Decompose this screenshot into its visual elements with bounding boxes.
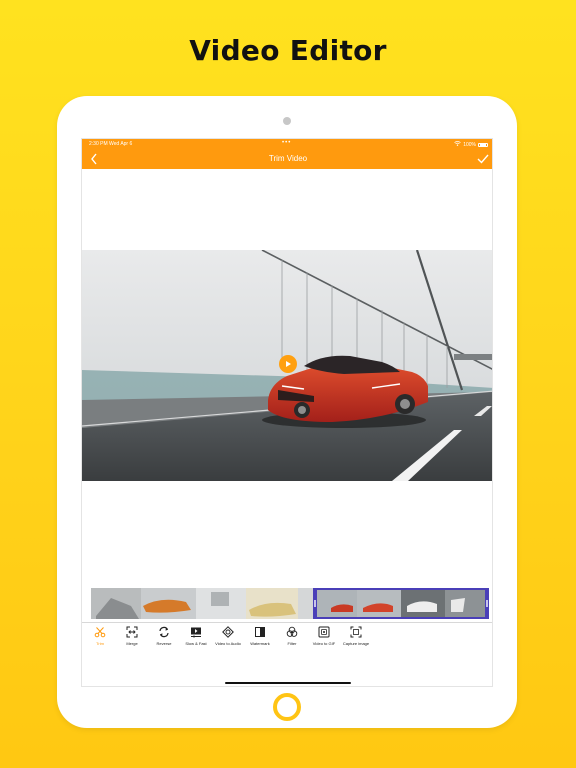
gif-icon [318,626,330,638]
tool-label: Merge [126,641,138,646]
scissors-icon [94,627,106,638]
reverse-icon [159,626,169,638]
home-indicator[interactable] [225,682,351,684]
tool-capture-image[interactable]: Capture image [340,626,372,652]
tool-video-to-audio[interactable]: Video to Audio [212,626,244,652]
wifi-icon [454,141,461,148]
tool-slow-fast[interactable]: Slow & Fast [180,626,212,652]
tool-label: Watermark [250,641,270,646]
headline: Video Editor [189,34,387,67]
tool-watermark[interactable]: Watermark [244,626,276,652]
home-button[interactable] [273,693,301,721]
tool-label: Filter [287,641,297,646]
tool-label: Reverse [156,641,172,646]
check-icon[interactable] [476,152,490,166]
tool-filter[interactable]: Filter [276,626,308,652]
status-time: 2:30 PM Wed Apr 6 [89,141,133,147]
tool-label: Video to Audio [215,641,241,646]
tool-reverse[interactable]: Reverse [148,626,180,652]
status-bar: 2:30 PM Wed Apr 6 ••• 100% [82,139,492,149]
app-screen: 2:30 PM Wed Apr 6 ••• 100% Trim Video Tr… [81,138,493,687]
capture-icon [350,626,362,638]
tool-label: Slow & Fast [185,641,207,646]
tool-label: Capture image [342,641,370,646]
watermark-icon [255,627,265,637]
battery-percent: 100% [463,141,476,148]
timeline-strip[interactable] [91,588,489,619]
tool-label: Trim [96,641,104,646]
audio-icon [222,626,234,638]
merge-icon [126,626,138,638]
multitask-dots[interactable]: ••• [282,140,291,146]
battery-icon [478,142,488,147]
nav-bar: Trim Video [82,149,492,169]
play-button[interactable] [279,355,297,373]
tool-video-to-gif[interactable]: Video to GIF [308,626,340,652]
toolbar-divider [82,622,492,623]
tool-merge[interactable]: Merge [116,626,148,652]
front-camera [283,117,291,125]
tool-bar: Trim Merge Reverse Slow & Fast Video to … [82,626,382,652]
page-title: Trim Video [268,154,308,163]
status-right: 100% [454,141,488,148]
speed-icon [191,627,201,638]
tool-trim[interactable]: Trim [84,626,116,652]
filter-icon [286,626,298,637]
tool-label: Video to GIF [312,641,336,646]
